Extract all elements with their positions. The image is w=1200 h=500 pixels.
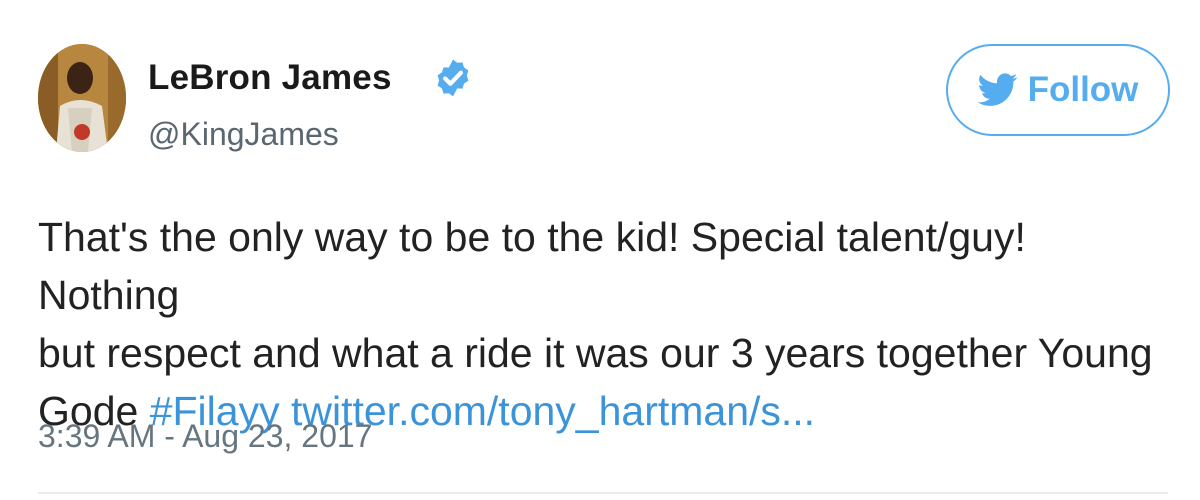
tweet-timestamp[interactable]: 3:39 AM - Aug 23, 2017 [38,418,372,455]
tweet-text-line-1: That's the only way to be to the kid! Sp… [38,214,1026,318]
twitter-bird-icon [977,73,1017,106]
follow-button-label: Follow [1027,70,1139,109]
user-avatar[interactable] [38,44,126,152]
follow-button[interactable]: Follow [946,44,1170,136]
tweet-text: That's the only way to be to the kid! Sp… [38,208,1158,440]
tweet-card: LeBron James @KingJames Follow That's th… [0,0,1200,500]
divider [38,492,1168,494]
tweet-text-line-2: but respect and what a ride it was our 3… [38,330,1153,376]
verified-badge-icon [432,57,474,99]
user-handle[interactable]: @KingJames [148,116,339,153]
user-display-name[interactable]: LeBron James [148,58,392,98]
avatar-photo [38,44,126,152]
